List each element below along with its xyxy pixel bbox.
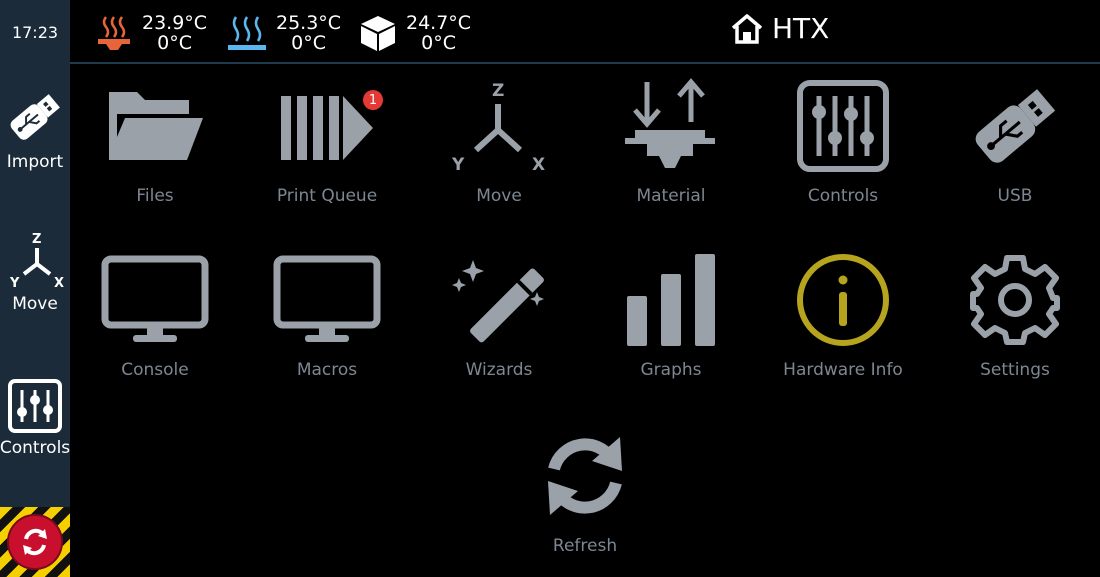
chamber-current-temp: 24.7°C — [406, 12, 472, 34]
monitor-icon — [273, 255, 381, 342]
usb-button[interactable]: USB — [929, 74, 1100, 234]
graphs-label: Graphs — [640, 360, 702, 380]
settings-label: Settings — [980, 360, 1050, 380]
macros-button[interactable]: Macros — [241, 248, 413, 408]
top-bar: 23.9°C 0°C 25.3°C 0°C 24.7°C 0°C HTX — [70, 0, 1100, 64]
move-label: Move — [476, 186, 522, 206]
sidebar-item-label: Import — [6, 152, 64, 172]
console-button[interactable]: Console — [69, 248, 241, 408]
svg-text:Z: Z — [492, 81, 504, 101]
bed-target-temp: 0°C — [291, 32, 326, 54]
bed-temperature[interactable]: 25.3°C 0°C — [226, 10, 341, 56]
svg-text:X: X — [532, 155, 545, 174]
filament-load-unload-icon — [625, 78, 715, 168]
console-label: Console — [121, 360, 189, 380]
macros-label: Macros — [296, 360, 358, 380]
bed-current-temp: 25.3°C — [276, 12, 342, 34]
sliders-icon — [8, 379, 62, 433]
printer-name[interactable]: HTX — [730, 12, 829, 45]
files-label: Files — [136, 186, 174, 206]
controls-button[interactable]: Controls — [757, 74, 929, 234]
usb-drive-icon — [975, 89, 1056, 163]
heated-bed-icon — [228, 16, 266, 50]
sidebar-item-label: Move — [12, 294, 58, 314]
extruder-temperature[interactable]: 23.9°C 0°C — [94, 10, 207, 56]
sidebar-item-controls[interactable]: Controls — [0, 378, 70, 518]
home-icon — [731, 13, 763, 44]
wizards-button[interactable]: Wizards — [413, 248, 585, 408]
printer-name-label: HTX — [772, 12, 830, 45]
print-queue-button[interactable]: 1 Print Queue — [241, 74, 413, 234]
refresh-icon — [548, 437, 622, 515]
xyz-axes-icon: Z Y X — [9, 232, 64, 290]
hardware-info-label: Hardware Info — [783, 360, 903, 380]
sidebar-item-import[interactable]: Import — [0, 86, 70, 226]
svg-text:Y: Y — [451, 155, 465, 174]
refresh-button[interactable]: Refresh — [499, 424, 671, 577]
print-queue-icon — [281, 96, 373, 160]
clock: 17:23 — [11, 22, 59, 42]
svg-text:Y: Y — [9, 276, 20, 290]
sidebar-item-label: Controls — [0, 438, 71, 458]
chamber-cube-icon — [361, 16, 395, 51]
magic-wand-icon — [452, 260, 544, 343]
material-label: Material — [636, 186, 706, 206]
settings-button[interactable]: Settings — [929, 248, 1100, 408]
bar-graph-icon — [627, 254, 715, 346]
controls-label: Controls — [807, 186, 879, 206]
hardware-info-button[interactable]: Hardware Info — [757, 248, 929, 408]
emergency-stop-icon — [7, 514, 63, 570]
refresh-label: Refresh — [552, 536, 618, 556]
print-queue-label: Print Queue — [276, 186, 378, 206]
svg-text:X: X — [54, 276, 64, 290]
move-button[interactable]: Z Y X Move — [413, 74, 585, 234]
extruder-target-temp: 0°C — [157, 32, 192, 54]
sidebar-item-move[interactable]: Z Y X Move — [0, 230, 70, 370]
emergency-stop-button[interactable] — [0, 507, 70, 577]
info-icon — [797, 254, 889, 346]
extruder-heater-icon — [98, 16, 130, 50]
material-button[interactable]: Material — [585, 74, 757, 234]
chamber-temperature[interactable]: 24.7°C 0°C — [358, 10, 471, 56]
gear-icon — [970, 255, 1060, 345]
print-queue-badge: 1 — [363, 90, 383, 110]
wizards-label: Wizards — [465, 360, 533, 380]
graphs-button[interactable]: Graphs — [585, 248, 757, 408]
sliders-icon — [797, 80, 889, 172]
monitor-icon — [101, 255, 209, 342]
files-button[interactable]: Files — [69, 74, 241, 234]
usb-label: USB — [997, 186, 1033, 206]
sidebar: 17:23 Import Z Y X Move Controls — [0, 0, 70, 577]
usb-drive-icon — [10, 94, 60, 140]
svg-text:Z: Z — [32, 232, 41, 247]
folder-icon — [109, 92, 203, 160]
chamber-target-temp: 0°C — [421, 32, 456, 54]
extruder-current-temp: 23.9°C — [142, 12, 208, 34]
xyz-axes-icon: Z Y X — [451, 81, 545, 174]
